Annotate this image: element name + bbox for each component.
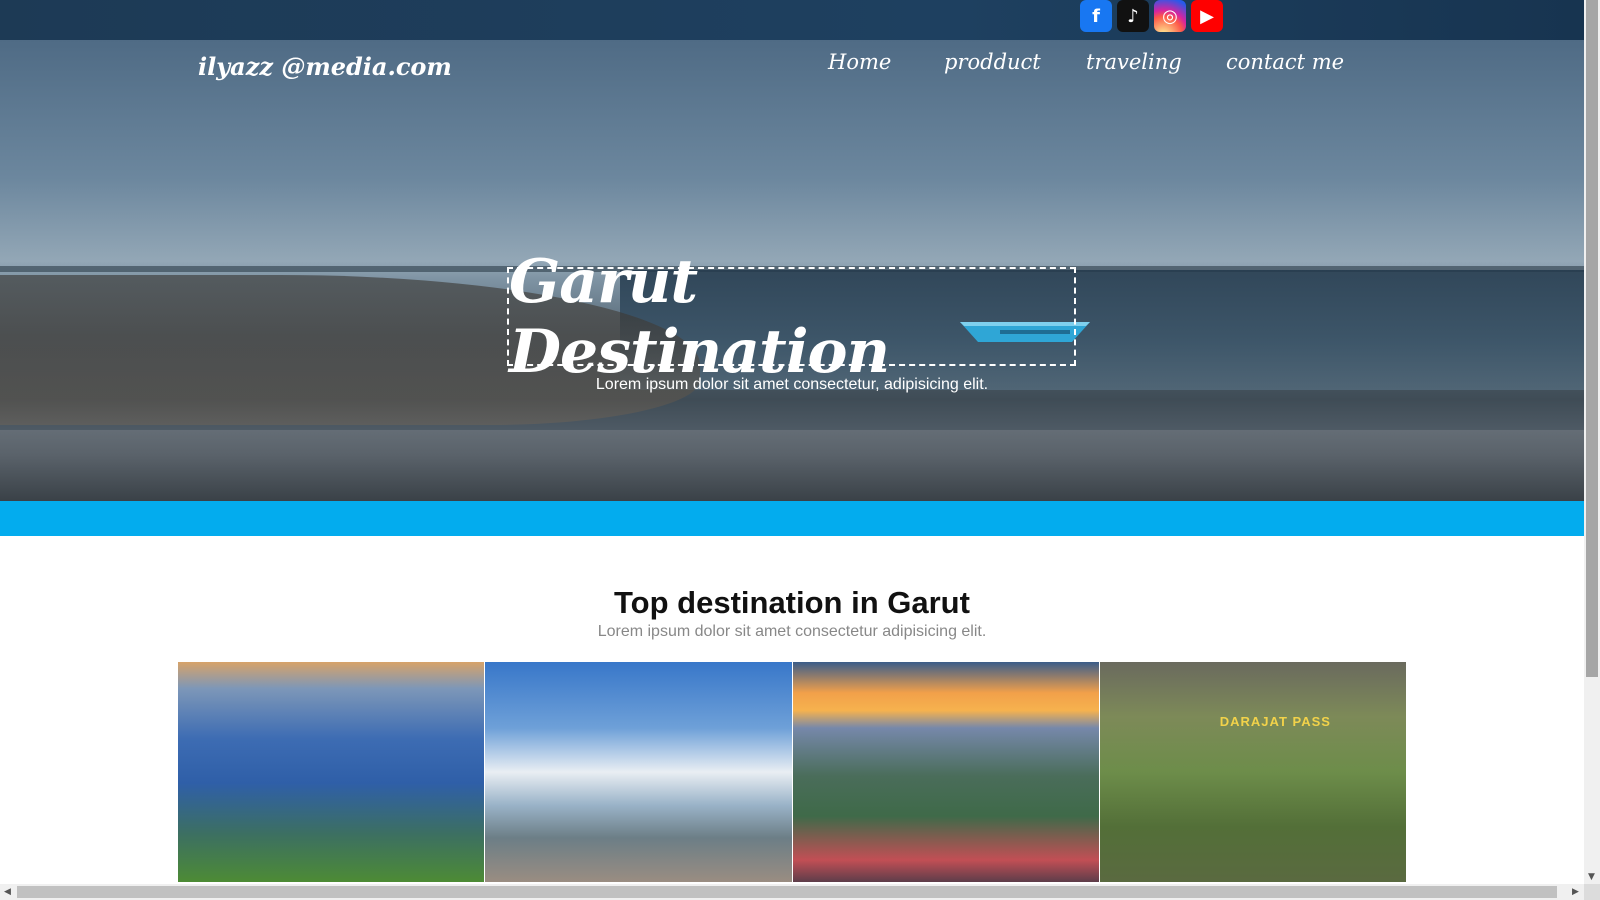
scroll-right-icon[interactable]: ▶	[1572, 887, 1579, 897]
scrollbar-corner	[1584, 884, 1600, 900]
page: f ♪ ◎ ▶ Garut Destination Lorem ipsum do…	[0, 0, 1600, 900]
nav-traveling[interactable]: traveling	[1086, 50, 1182, 74]
youtube-icon[interactable]: ▶	[1191, 0, 1223, 32]
destination-tile-lake-resort[interactable]	[792, 662, 1099, 882]
hero-title: Garut Destination	[509, 246, 890, 387]
scroll-down-icon[interactable]: ▼	[1588, 872, 1595, 882]
scroll-left-icon[interactable]: ◀	[4, 887, 11, 897]
facebook-icon[interactable]: f	[1080, 0, 1112, 32]
horizontal-scrollbar-thumb[interactable]	[17, 886, 1557, 898]
hero-title-box: Garut Destination	[507, 247, 1076, 387]
accent-band	[0, 501, 1584, 536]
hero-banner: Garut Destination Lorem ipsum dolor sit …	[0, 40, 1584, 501]
nav-contact[interactable]: contact me	[1226, 50, 1344, 74]
hero-shore	[0, 430, 1584, 501]
nav-product[interactable]: prodduct	[944, 50, 1041, 74]
vertical-scrollbar-thumb[interactable]	[1586, 0, 1598, 677]
destination-tile-darajat[interactable]: DARAJAT PASS	[1099, 662, 1406, 882]
hero-subtitle: Lorem ipsum dolor sit amet consectetur, …	[595, 376, 989, 393]
section-subtitle: Lorem ipsum dolor sit amet consectetur a…	[597, 623, 987, 640]
section-title: Top destination in Garut	[614, 585, 970, 620]
destination-tile-mountains[interactable]	[178, 662, 485, 882]
social-links: f ♪ ◎ ▶	[1080, 0, 1223, 32]
nav-home[interactable]: Home	[828, 50, 891, 74]
tiktok-icon[interactable]: ♪	[1117, 0, 1149, 32]
darajat-pass-sign: DARAJAT PASS	[1219, 714, 1331, 729]
destination-gallery: DARAJAT PASS	[178, 662, 1406, 882]
brand-logo[interactable]: ilyazz @media.com	[198, 52, 452, 81]
destination-tile-beach[interactable]	[485, 662, 792, 882]
top-social-bar: f ♪ ◎ ▶	[0, 0, 1584, 40]
instagram-icon[interactable]: ◎	[1154, 0, 1186, 32]
